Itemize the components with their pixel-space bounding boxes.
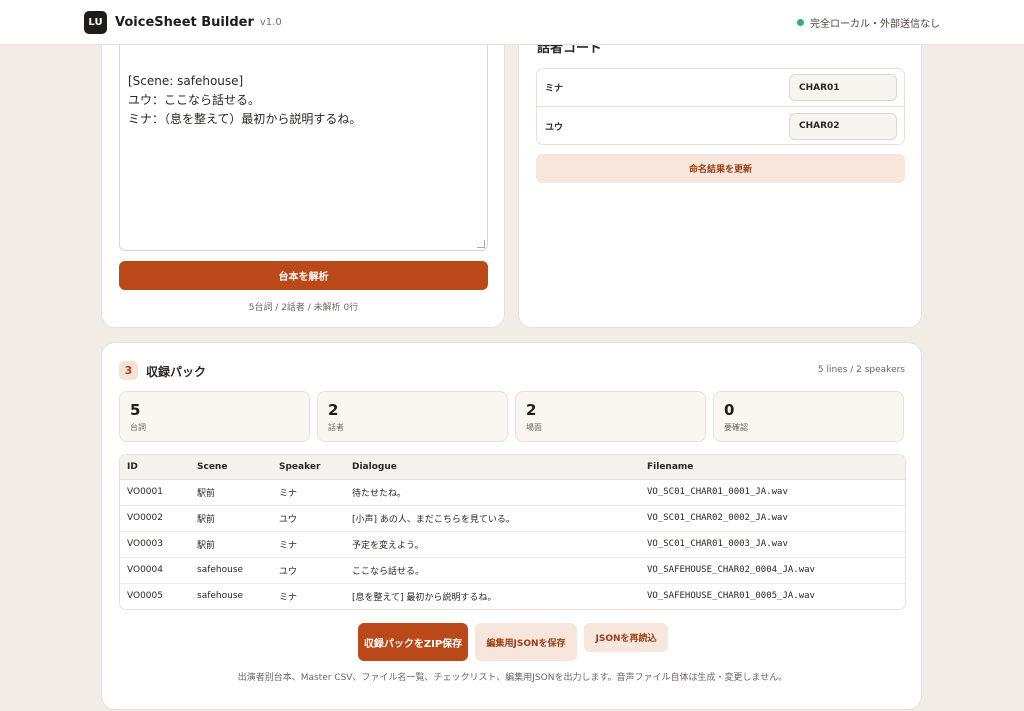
table-row[interactable]: VO0003 駅前 ミナ 予定を変えよう。 VO_SC01_CHAR01_000…	[120, 531, 905, 558]
column-header-speaker: Speaker	[272, 455, 345, 480]
save-zip-button[interactable]: 収録パックをZIP保存	[358, 623, 468, 661]
stat-value: 2	[328, 401, 339, 419]
speaker-name: ミナ	[545, 84, 564, 94]
column-header-filename: Filename	[640, 455, 905, 480]
script-textarea[interactable]: [Scene: safehouse] ユウ：ここなら話せる。 ミナ：（息を整えて…	[119, 21, 488, 251]
update-naming-button[interactable]: 命名結果を更新	[536, 154, 905, 183]
stat-value: 0	[724, 401, 735, 419]
stat-value: 2	[526, 401, 537, 419]
stat-needs-review: 0 要確認	[713, 391, 904, 442]
speaker-code-card: 話者コード ミナ CHAR01 ユウ CHAR02 命名結果を更新	[518, 20, 922, 328]
cell-scene: 駅前	[190, 505, 272, 532]
reload-json-button[interactable]: JSONを再読込	[584, 623, 668, 652]
cell-filename: VO_SAFEHOUSE_CHAR01_0005_JA.wav	[647, 591, 815, 602]
script-text: [Scene: safehouse] ユウ：ここなら話せる。 ミナ：（息を整えて…	[128, 74, 362, 126]
local-status: 完全ローカル・外部送信なし	[797, 15, 940, 30]
status-text: 完全ローカル・外部送信なし	[810, 18, 940, 30]
speaker-name: ユウ	[545, 122, 564, 133]
cell-speaker: ユウ	[272, 505, 345, 532]
save-json-button[interactable]: 編集用JSONを保存	[475, 623, 577, 661]
parse-script-button[interactable]: 台本を解析	[119, 261, 488, 290]
table-header-row: ID Scene Speaker Dialogue Filename	[120, 455, 905, 480]
cell-id: VO0005	[127, 591, 163, 602]
cell-filename: VO_SC01_CHAR01_0003_JA.wav	[640, 531, 905, 558]
cell-id: VO0003	[120, 531, 190, 558]
table-row[interactable]: VO0005 safehouse ミナ [息を整えて] 最初から説明するね。 V…	[120, 583, 905, 609]
cell-dialogue: 予定を変えよう。	[345, 531, 640, 558]
export-note: 出演者別台本、Master CSV、ファイル名一覧、チェックリスト、編集用JSO…	[237, 673, 788, 683]
app-logo: LU	[84, 10, 107, 34]
stat-scenes: 2 場面	[515, 391, 706, 442]
speaker-row: ユウ CHAR02	[537, 107, 904, 144]
cell-id: VO0002	[120, 505, 190, 532]
recording-pack-card: 3 収録パック 5 lines / 2 speakers 5 台詞 2 話者 2…	[101, 342, 922, 710]
status-dot-icon	[797, 18, 804, 26]
cell-id: VO0004	[120, 557, 190, 584]
app-header: LU VoiceSheet Builder v1.0 完全ローカル・外部送信なし	[0, 0, 1024, 45]
stat-label: 場面	[526, 423, 542, 432]
app-title: VoiceSheet Builder	[115, 14, 254, 30]
cell-scene: safehouse	[190, 557, 272, 584]
cell-scene: safehouse	[197, 591, 244, 602]
speaker-code-list: ミナ CHAR01 ユウ CHAR02	[536, 68, 905, 145]
column-header-scene: Scene	[190, 455, 272, 480]
cell-speaker: ミナ	[272, 531, 345, 558]
stat-lines: 5 台詞	[119, 391, 310, 442]
section-number-badge: 3	[119, 361, 138, 380]
speaker-row: ミナ CHAR01	[537, 69, 904, 107]
resize-handle-icon[interactable]	[477, 240, 485, 248]
cell-speaker: ミナ	[272, 479, 345, 506]
stat-value: 5	[130, 401, 141, 419]
section-title: 収録パック	[146, 365, 207, 379]
column-header-dialogue: Dialogue	[345, 455, 640, 480]
cell-dialogue: [小声] あの人、まだこちらを見ている。	[345, 505, 640, 532]
table-row[interactable]: VO0001 駅前 ミナ 待たせたね。 VO_SC01_CHAR01_0001_…	[120, 479, 905, 506]
speaker-code-input[interactable]: CHAR02	[789, 112, 897, 140]
cell-dialogue: 待たせたね。	[345, 479, 640, 506]
pack-summary: 5 lines / 2 speakers	[817, 365, 905, 375]
table-row[interactable]: VO0002 駅前 ユウ [小声] あの人、まだこちらを見ている。 VO_SC0…	[120, 505, 905, 532]
cell-filename: VO_SC01_CHAR01_0001_JA.wav	[640, 479, 905, 506]
app-version: v1.0	[259, 16, 282, 28]
table-row[interactable]: VO0004 safehouse ユウ ここなら話せる。 VO_SAFEHOUS…	[120, 557, 905, 584]
cell-dialogue: [息を整えて] 最初から説明するね。	[352, 592, 497, 603]
stat-label: 要確認	[724, 423, 748, 432]
cell-filename: VO_SAFEHOUSE_CHAR02_0004_JA.wav	[640, 557, 905, 584]
script-card: [Scene: safehouse] ユウ：ここなら話せる。 ミナ：（息を整えて…	[101, 20, 505, 328]
cell-scene: 駅前	[190, 531, 272, 558]
cell-filename: VO_SC01_CHAR02_0002_JA.wav	[640, 505, 905, 532]
cell-scene: 駅前	[190, 479, 272, 506]
speaker-code-input[interactable]: CHAR01	[789, 74, 897, 101]
cell-speaker: ミナ	[279, 592, 298, 603]
cell-dialogue: ここなら話せる。	[345, 557, 640, 584]
stat-label: 台詞	[130, 423, 146, 432]
lines-table: ID Scene Speaker Dialogue Filename VO000…	[119, 454, 906, 610]
stat-label: 話者	[328, 423, 344, 432]
column-header-id: ID	[120, 455, 190, 480]
stat-speakers: 2 話者	[317, 391, 508, 442]
parse-stats: 5台詞 / 2話者 / 未解析 0行	[248, 303, 359, 313]
cell-speaker: ユウ	[272, 557, 345, 584]
cell-id: VO0001	[120, 479, 190, 506]
